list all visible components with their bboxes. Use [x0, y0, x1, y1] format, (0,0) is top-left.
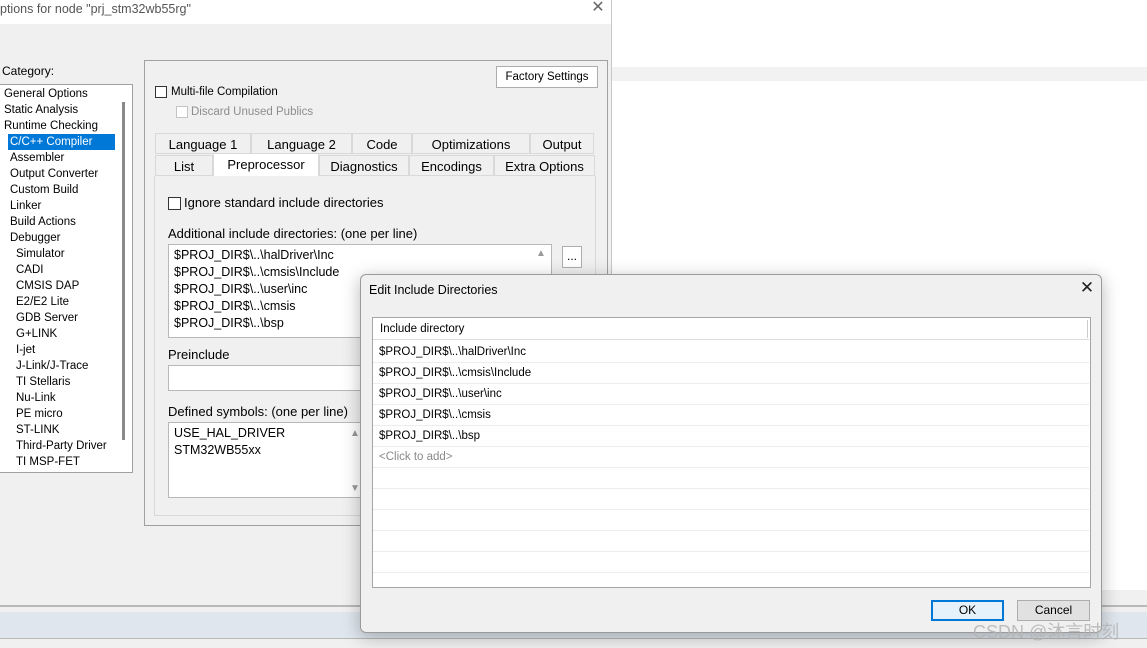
category-item[interactable]: GDB Server	[14, 310, 80, 326]
category-item[interactable]: Build Actions	[8, 214, 78, 230]
category-item[interactable]: C/C++ Compiler	[8, 134, 115, 150]
tab-language-2[interactable]: Language 2	[251, 133, 352, 154]
category-item[interactable]: Runtime Checking	[2, 118, 100, 134]
scroll-up-icon[interactable]: ▲	[536, 248, 546, 259]
category-item[interactable]: Nu-Link	[14, 390, 58, 406]
category-scrollbar[interactable]	[122, 102, 125, 440]
category-item[interactable]: ST-LINK	[14, 422, 61, 438]
background-toolbar-band	[612, 67, 1147, 81]
defined-symbol-line: STM32WB55xx	[174, 443, 261, 457]
options-dialog-title: ptions for node "prj_stm32wb55rg"	[0, 2, 191, 16]
tab-diagnostics[interactable]: Diagnostics	[319, 155, 409, 176]
include-path-line: $PROJ_DIR$\..\user\inc	[174, 282, 308, 296]
tab-list[interactable]: List	[155, 155, 213, 176]
category-item[interactable]: Custom Build	[8, 182, 80, 198]
tab-output[interactable]: Output	[530, 133, 594, 154]
additional-include-label: Additional include directories: (one per…	[168, 226, 418, 241]
scroll-up-icon[interactable]: ▲	[350, 428, 360, 439]
table-row[interactable]	[373, 426, 1089, 447]
category-item[interactable]: E2/E2 Lite	[14, 294, 71, 310]
discard-unused-publics-label: Discard Unused Publics	[191, 106, 314, 118]
table-row[interactable]	[373, 468, 1089, 489]
tab-optimizations[interactable]: Optimizations	[412, 133, 530, 154]
defined-symbol-line: USE_HAL_DRIVER	[174, 426, 286, 440]
defined-symbols-textarea[interactable]: USE_HAL_DRIVER STM32WB55xx	[168, 422, 364, 498]
category-item[interactable]: G+LINK	[14, 326, 59, 342]
category-item[interactable]: TI Stellaris	[14, 374, 72, 390]
tab-extra-options[interactable]: Extra Options	[494, 155, 595, 176]
include-path-line: $PROJ_DIR$\..\cmsis\Include	[174, 265, 340, 279]
watermark: CSDN @沐言时刻	[973, 622, 1120, 642]
multi-file-compilation-checkbox[interactable]	[155, 86, 167, 98]
category-item[interactable]: Output Converter	[8, 166, 100, 182]
include-directory-cell[interactable]: $PROJ_DIR$\..\user\inc	[379, 384, 502, 405]
list-header	[373, 318, 1089, 340]
category-item[interactable]: I-jet	[14, 342, 37, 358]
tab-language-1[interactable]: Language 1	[155, 133, 251, 154]
include-path-line: $PROJ_DIR$\..\cmsis	[174, 299, 296, 313]
tab-preprocessor[interactable]: Preprocessor	[213, 153, 319, 176]
table-row[interactable]	[373, 552, 1089, 573]
include-directory-cell[interactable]: $PROJ_DIR$\..\cmsis	[379, 405, 491, 426]
close-icon[interactable]: ✕	[1078, 279, 1096, 297]
column-header-include-directory[interactable]: Include directory	[380, 319, 464, 340]
tab-code[interactable]: Code	[352, 133, 412, 154]
category-item[interactable]: Linker	[8, 198, 43, 214]
category-item[interactable]: CADI	[14, 262, 45, 278]
category-item[interactable]: CMSIS DAP	[14, 278, 81, 294]
category-item[interactable]: Simulator	[14, 246, 67, 262]
close-icon[interactable]: ✕	[588, 0, 608, 18]
defined-symbols-label: Defined symbols: (one per line)	[168, 404, 348, 419]
tab-encodings[interactable]: Encodings	[409, 155, 494, 176]
include-directory-cell[interactable]: $PROJ_DIR$\..\cmsis\Include	[379, 363, 531, 384]
category-item[interactable]: Static Analysis	[2, 102, 80, 118]
category-item[interactable]: PE micro	[14, 406, 65, 422]
edit-dialog-title: Edit Include Directories	[369, 283, 498, 297]
include-directory-cell[interactable]: $PROJ_DIR$\..\halDriver\Inc	[379, 342, 526, 363]
include-directory-cell[interactable]: $PROJ_DIR$\..\bsp	[379, 426, 480, 447]
category-item[interactable]: Debugger	[8, 230, 63, 246]
include-path-line: $PROJ_DIR$\..\bsp	[174, 316, 284, 330]
ignore-standard-include-checkbox[interactable]	[168, 197, 181, 210]
table-row[interactable]	[373, 447, 1089, 468]
category-item[interactable]: Assembler	[8, 150, 66, 166]
column-separator[interactable]	[1087, 320, 1088, 338]
category-item[interactable]: Third-Party Driver	[14, 438, 109, 454]
discard-unused-publics-checkbox[interactable]	[176, 106, 188, 118]
multi-file-compilation-label: Multi-file Compilation	[171, 86, 278, 98]
browse-include-button[interactable]: ...	[562, 246, 582, 268]
include-path-line: $PROJ_DIR$\..\halDriver\Inc	[174, 248, 334, 262]
table-row[interactable]	[373, 510, 1089, 531]
table-row[interactable]	[373, 489, 1089, 510]
table-row[interactable]	[373, 531, 1089, 552]
category-label: Category:	[2, 64, 55, 78]
ignore-standard-include-label: Ignore standard include directories	[184, 195, 384, 210]
category-item[interactable]: J-Link/J-Trace	[14, 358, 90, 374]
preinclude-input[interactable]	[168, 365, 368, 391]
factory-settings-button[interactable]: Factory Settings	[496, 66, 598, 88]
category-item[interactable]: TI MSP-FET	[14, 454, 82, 470]
scroll-down-icon[interactable]: ▼	[350, 483, 360, 494]
category-item[interactable]: General Options	[2, 86, 90, 102]
click-to-add-cell[interactable]: <Click to add>	[379, 447, 453, 468]
preinclude-label: Preinclude	[168, 347, 230, 362]
